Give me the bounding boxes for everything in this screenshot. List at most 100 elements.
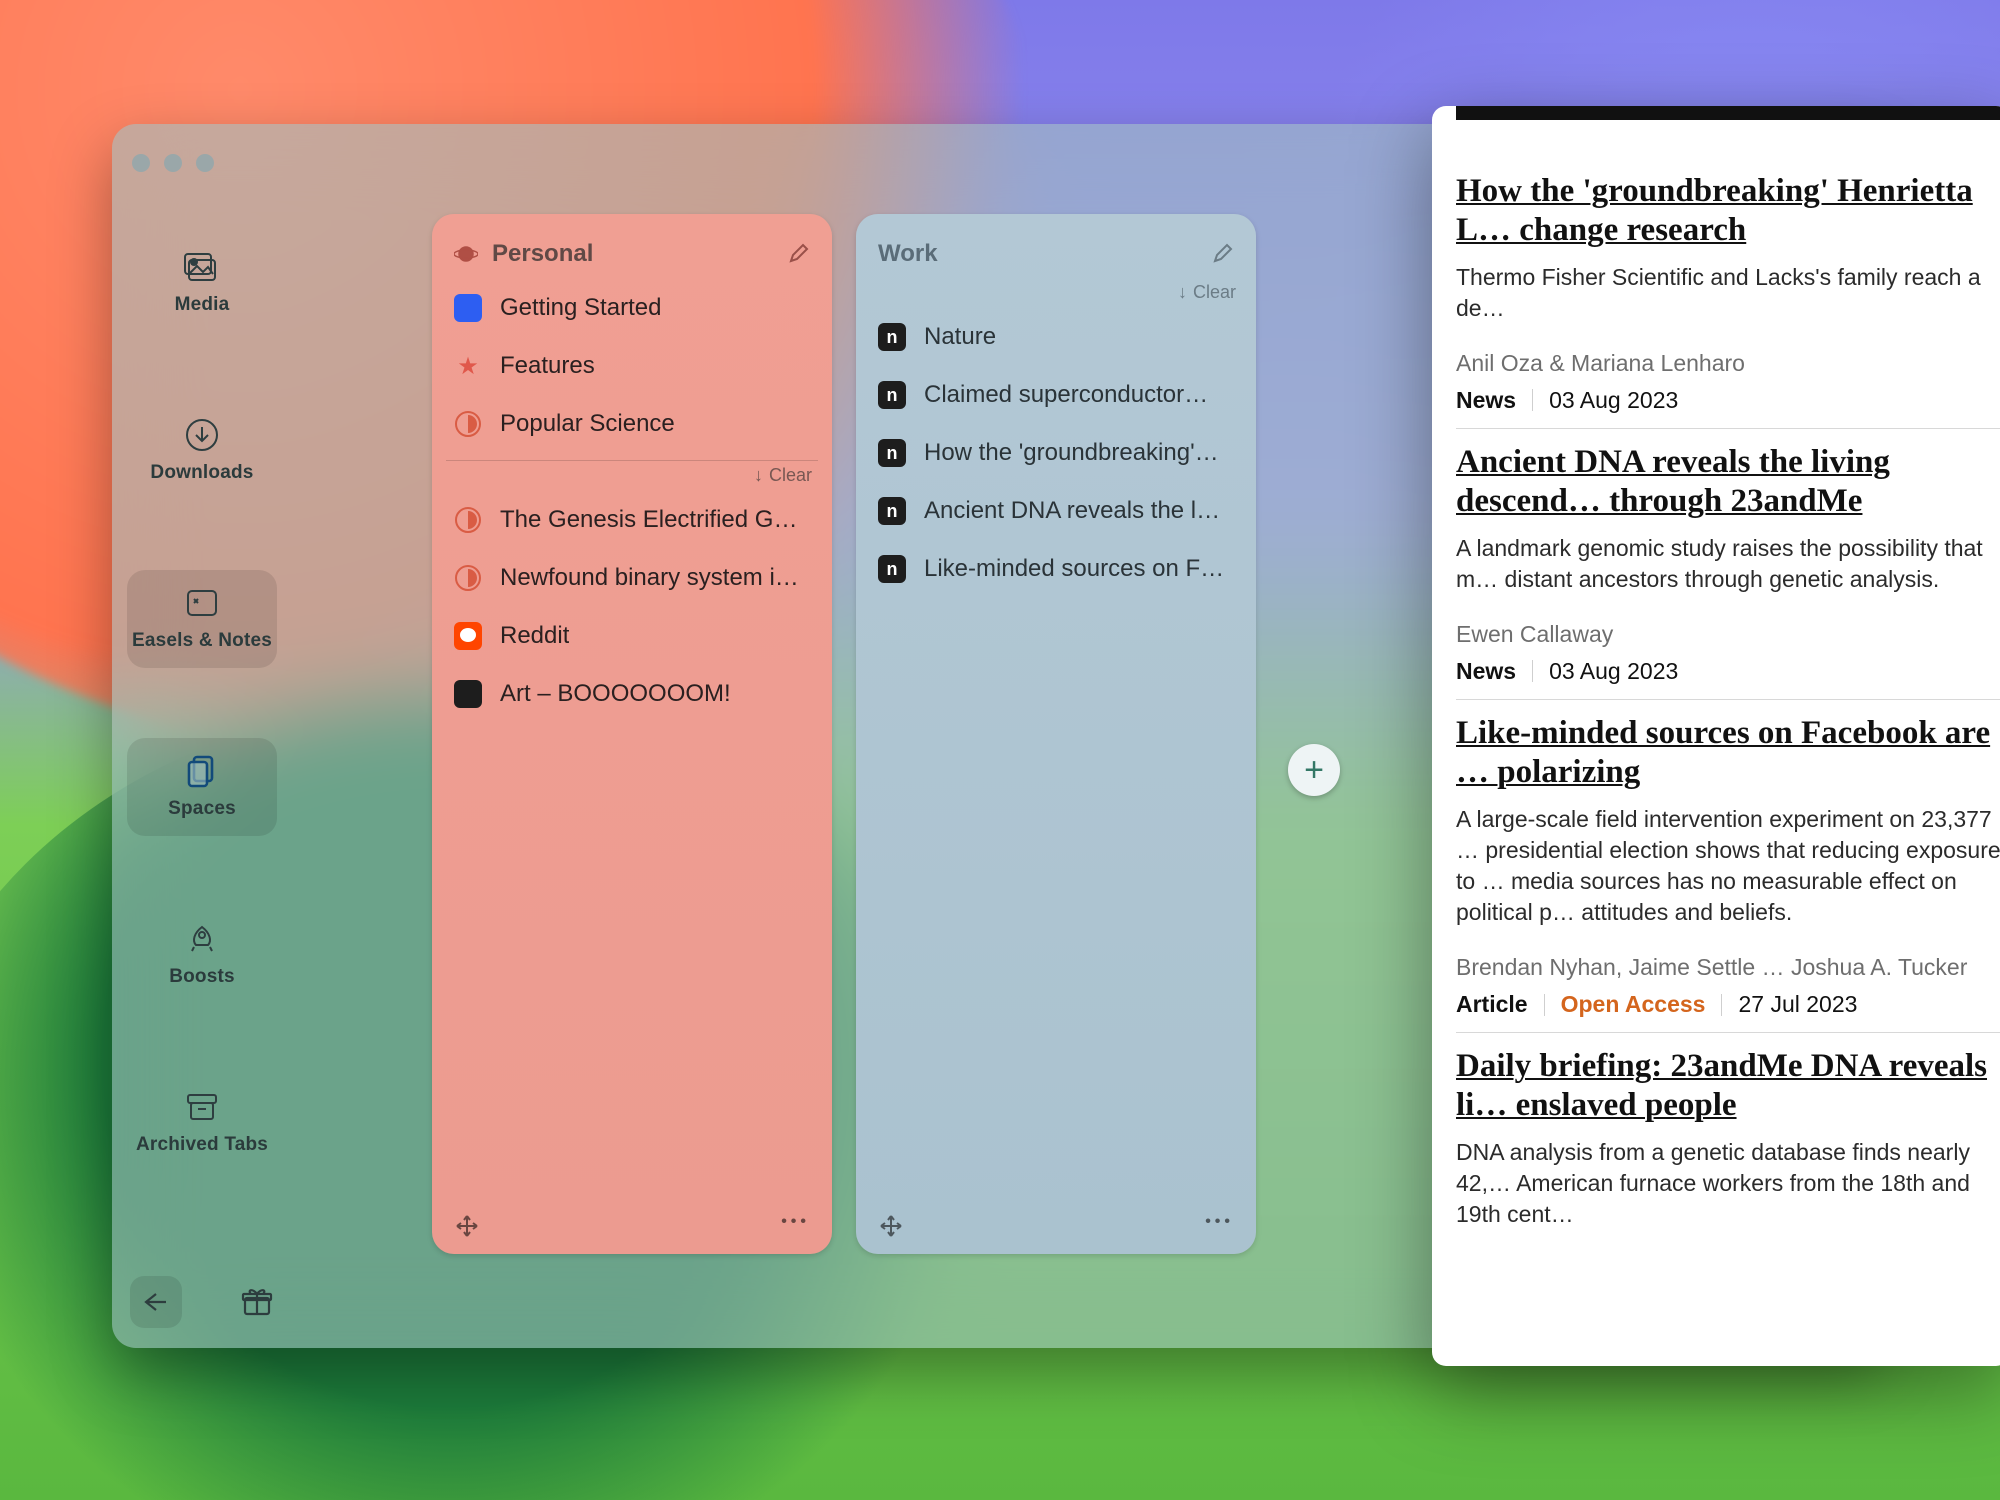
sidebar-label-downloads: Downloads bbox=[150, 462, 253, 484]
article-authors: Brendan Nyhan, Jaime Settle … Joshua A. … bbox=[1456, 954, 2000, 981]
window-controls[interactable] bbox=[132, 154, 214, 172]
space-header: Personal bbox=[432, 226, 832, 278]
gift-icon[interactable] bbox=[238, 1283, 276, 1321]
sidebar-item-archived[interactable]: Archived Tabs bbox=[127, 1074, 277, 1172]
sidebar-item-easels-notes[interactable]: Easels & Notes bbox=[127, 570, 277, 668]
nature-icon: n bbox=[878, 323, 906, 351]
clear-tabs-button[interactable]: ↓Clear bbox=[432, 463, 832, 490]
article-meta: News 03 Aug 2023 bbox=[1456, 387, 2000, 414]
article-authors: Anil Oza & Mariana Lenharo bbox=[1456, 350, 2000, 377]
arrow-down-icon: ↓ bbox=[1178, 282, 1187, 303]
blue-square-icon bbox=[454, 294, 482, 322]
article-preview-panel: How the 'groundbreaking' Henrietta L… ch… bbox=[1432, 106, 2000, 1366]
boost-icon bbox=[183, 922, 221, 956]
article-authors: Ewen Callaway bbox=[1456, 621, 2000, 648]
pencil-icon[interactable] bbox=[1210, 242, 1234, 266]
clear-tabs-button[interactable]: ↓Clear bbox=[856, 280, 1256, 307]
article-excerpt: A landmark genomic study raises the poss… bbox=[1456, 533, 2000, 595]
article-item[interactable]: Like-minded sources on Facebook are … po… bbox=[1456, 700, 2000, 1033]
tab-title: Ancient DNA reveals the l… bbox=[924, 497, 1220, 525]
divider bbox=[446, 460, 818, 461]
sidebar-item-spaces[interactable]: Spaces bbox=[127, 738, 277, 836]
article-item[interactable]: Daily briefing: 23andMe DNA reveals li… … bbox=[1456, 1033, 2000, 1270]
tab-title: Newfound binary system i… bbox=[500, 564, 799, 592]
media-icon bbox=[183, 250, 221, 284]
back-button[interactable] bbox=[130, 1276, 182, 1328]
reddit-icon bbox=[454, 622, 482, 650]
move-handle-icon[interactable] bbox=[454, 1213, 480, 1244]
pinned-item[interactable]: Getting Started bbox=[432, 280, 832, 336]
sidebar-rail: Media Downloads Easels & Notes Spaces Bo… bbox=[112, 234, 292, 1172]
spaces-list: Personal Getting Started ★Features Popul… bbox=[432, 214, 1256, 1254]
sidebar-label-media: Media bbox=[175, 294, 230, 316]
tab-item[interactable]: nLike-minded sources on F… bbox=[856, 541, 1256, 597]
article-headline[interactable]: Like-minded sources on Facebook are … po… bbox=[1456, 714, 2000, 792]
tab-item[interactable]: n Claimed superconductor… bbox=[856, 367, 1256, 423]
article-excerpt: DNA analysis from a genetic database fin… bbox=[1456, 1137, 2000, 1230]
article-headline[interactable]: Daily briefing: 23andMe DNA reveals li… … bbox=[1456, 1047, 2000, 1125]
booooooom-icon bbox=[454, 680, 482, 708]
sidebar-item-downloads[interactable]: Downloads bbox=[127, 402, 277, 500]
arrow-down-icon: ↓ bbox=[754, 465, 763, 486]
article-item[interactable]: How the 'groundbreaking' Henrietta L… ch… bbox=[1456, 158, 2000, 429]
article-headline[interactable]: How the 'groundbreaking' Henrietta L… ch… bbox=[1456, 172, 2000, 250]
tab-title: The Genesis Electrified G… bbox=[500, 506, 797, 534]
planet-icon bbox=[454, 242, 478, 266]
nature-icon: n bbox=[878, 497, 906, 525]
tab-title: Art – BOOOOOOOM! bbox=[500, 680, 731, 708]
tab-item[interactable]: Art – BOOOOOOOM! bbox=[432, 666, 832, 722]
sidebar-label-archived: Archived Tabs bbox=[136, 1134, 268, 1156]
article-date: 03 Aug 2023 bbox=[1549, 658, 1678, 685]
pinned-item[interactable]: Popular Science bbox=[432, 396, 832, 452]
article-excerpt: Thermo Fisher Scientific and Lacks's fam… bbox=[1456, 262, 2000, 324]
article-tag: News bbox=[1456, 387, 1516, 414]
tab-title: Like-minded sources on F… bbox=[924, 555, 1224, 583]
tab-title: Claimed superconductor… bbox=[924, 381, 1208, 409]
article-headline[interactable]: Ancient DNA reveals the living descend… … bbox=[1456, 443, 2000, 521]
space-name: Work bbox=[878, 240, 1196, 268]
sidebar-label-boosts: Boosts bbox=[169, 966, 235, 988]
space-card-personal[interactable]: Personal Getting Started ★Features Popul… bbox=[432, 214, 832, 1254]
space-header: Work bbox=[856, 226, 1256, 278]
article-date: 27 Jul 2023 bbox=[1738, 991, 1857, 1018]
tab-title: Nature bbox=[924, 323, 996, 351]
move-handle-icon[interactable] bbox=[878, 1213, 904, 1244]
tab-title: How the 'groundbreaking'… bbox=[924, 439, 1219, 467]
tab-item[interactable]: The Genesis Electrified G… bbox=[432, 492, 832, 548]
open-access-tag: Open Access bbox=[1561, 991, 1706, 1018]
more-options-icon[interactable]: ••• bbox=[781, 1213, 810, 1244]
article-meta: Article Open Access 27 Jul 2023 bbox=[1456, 991, 2000, 1018]
tab-title: Getting Started bbox=[500, 294, 661, 322]
tab-item[interactable]: n Ancient DNA reveals the l… bbox=[856, 483, 1256, 539]
fullscreen-icon[interactable] bbox=[196, 154, 214, 172]
popsci-icon bbox=[454, 564, 482, 592]
tab-item[interactable]: nHow the 'groundbreaking'… bbox=[856, 425, 1256, 481]
article-date: 03 Aug 2023 bbox=[1549, 387, 1678, 414]
add-space-button[interactable]: + bbox=[1288, 744, 1340, 796]
close-icon[interactable] bbox=[132, 154, 150, 172]
nature-icon: n bbox=[878, 381, 906, 409]
sidebar-item-media[interactable]: Media bbox=[127, 234, 277, 332]
tab-item[interactable]: n Nature bbox=[856, 309, 1256, 365]
popsci-icon bbox=[454, 410, 482, 438]
sidebar-item-boosts[interactable]: Boosts bbox=[127, 906, 277, 1004]
card-footer: ••• bbox=[856, 1213, 1256, 1244]
pinned-item[interactable]: ★Features bbox=[432, 338, 832, 394]
tab-item[interactable]: Reddit bbox=[432, 608, 832, 664]
archive-icon bbox=[183, 1090, 221, 1124]
space-card-work[interactable]: Work ↓Clear n Nature n Claimed superconduc… bbox=[856, 214, 1256, 1254]
plus-icon: + bbox=[1304, 751, 1324, 790]
star-icon: ★ bbox=[454, 352, 482, 380]
bottom-nav bbox=[130, 1276, 276, 1328]
article-excerpt: A large-scale field intervention experim… bbox=[1456, 804, 2000, 928]
minimize-icon[interactable] bbox=[164, 154, 182, 172]
article-tag: News bbox=[1456, 658, 1516, 685]
article-item[interactable]: Ancient DNA reveals the living descend… … bbox=[1456, 429, 2000, 700]
tab-title: Reddit bbox=[500, 622, 569, 650]
tab-item[interactable]: Newfound binary system i… bbox=[432, 550, 832, 606]
pencil-icon[interactable] bbox=[786, 242, 810, 266]
tab-title: Popular Science bbox=[500, 410, 675, 438]
article-meta: News 03 Aug 2023 bbox=[1456, 658, 2000, 685]
more-options-icon[interactable]: ••• bbox=[1205, 1213, 1234, 1244]
card-footer: ••• bbox=[432, 1213, 832, 1244]
